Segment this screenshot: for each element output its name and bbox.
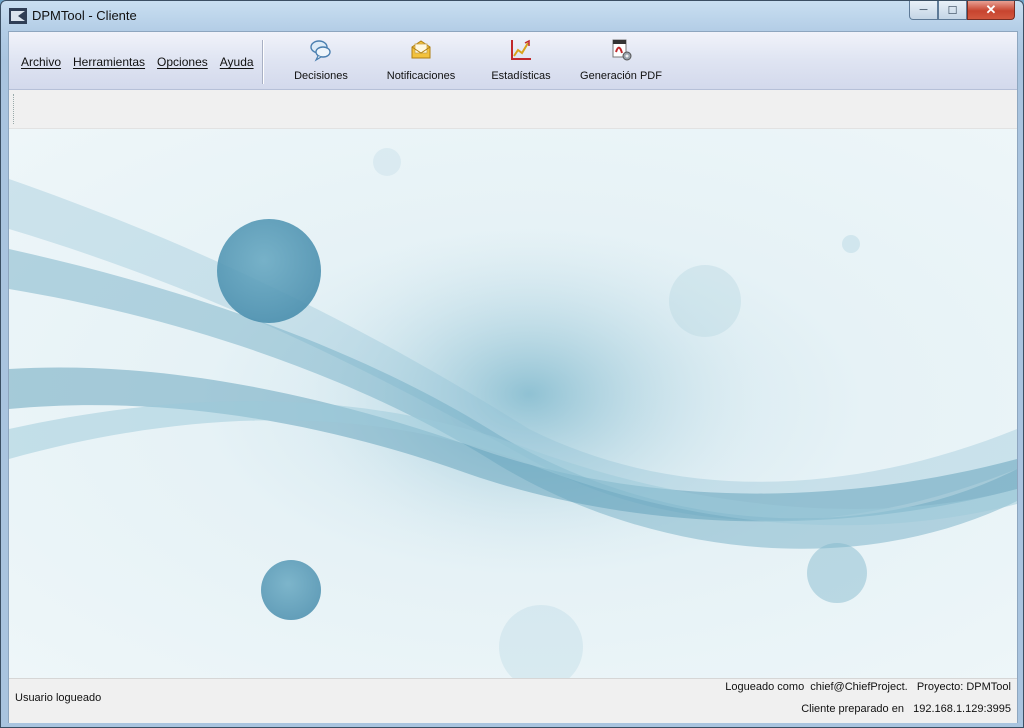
- menu-ayuda[interactable]: Ayuda: [220, 55, 254, 69]
- status-user-state: Usuario logueado: [15, 692, 102, 704]
- window-title: DPMTool - Cliente: [32, 8, 137, 23]
- pdf-document-icon: [612, 39, 632, 61]
- minimize-icon: ─: [919, 4, 928, 16]
- decisiones-label: Decisiones: [294, 70, 348, 82]
- menu-archivo[interactable]: Archivo: [21, 55, 61, 69]
- minimize-button[interactable]: ─: [909, 1, 938, 20]
- caption-buttons: ─ ☐ ✕: [909, 1, 1015, 21]
- app-window: DPMTool - Cliente ─ ☐ ✕ Archivo Herramie…: [0, 0, 1024, 728]
- wave-illustration: [9, 148, 1017, 678]
- speech-bubbles-icon: [310, 40, 331, 62]
- status-bar: Usuario logueado Logueado como chief@Chi…: [9, 678, 1017, 723]
- generacion-pdf-label: Generación PDF: [580, 70, 662, 82]
- status-logged-as: Logueado como chief@ChiefProject. Proyec…: [725, 681, 1011, 693]
- line-chart-icon: [511, 39, 531, 60]
- status-client-ready: Cliente preparado en 192.168.1.129:3995: [801, 703, 1011, 715]
- generacion-pdf-button[interactable]: Generación PDF: [579, 38, 663, 82]
- estadisticas-button[interactable]: Estadísticas: [488, 38, 554, 82]
- title-bar[interactable]: DPMTool - Cliente ─ ☐ ✕: [1, 1, 1023, 31]
- toolbar-separator: [262, 40, 263, 84]
- maximize-button[interactable]: ☐: [938, 1, 967, 20]
- client-area: Archivo Herramientas Opciones Ayuda Deci…: [8, 31, 1018, 723]
- secondary-toolbar: [9, 90, 1017, 129]
- maximize-icon: ☐: [947, 4, 958, 17]
- menu-opciones[interactable]: Opciones: [157, 55, 208, 69]
- decisiones-button[interactable]: Decisiones: [291, 38, 351, 82]
- close-button[interactable]: ✕: [967, 1, 1015, 20]
- toolbar-grip[interactable]: [13, 94, 16, 124]
- close-icon: ✕: [985, 2, 997, 17]
- menu-bar: Archivo Herramientas Opciones Ayuda: [21, 55, 254, 69]
- estadisticas-label: Estadísticas: [491, 70, 551, 82]
- toolbar: Archivo Herramientas Opciones Ayuda Deci…: [9, 32, 1017, 90]
- menu-herramientas[interactable]: Herramientas: [73, 55, 145, 69]
- notificaciones-button[interactable]: Notificaciones: [383, 38, 459, 82]
- notificaciones-label: Notificaciones: [386, 70, 456, 82]
- app-logo-icon: [9, 8, 27, 24]
- envelope-icon: [411, 40, 431, 59]
- background-artwork: [9, 129, 1017, 678]
